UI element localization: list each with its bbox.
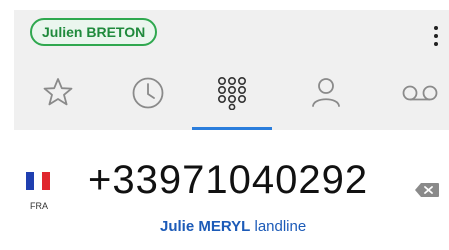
caller-last-name: MERYL	[198, 218, 251, 235]
dialed-number[interactable]: +33971040292	[88, 158, 368, 203]
tab-contacts[interactable]	[286, 66, 366, 130]
backspace-icon[interactable]	[414, 182, 440, 198]
clock-icon	[132, 77, 164, 109]
user-name: Julien BRETON	[42, 24, 146, 40]
tab-history[interactable]	[108, 66, 188, 130]
caller-id: Julie MERYL landline	[160, 218, 306, 235]
user-badge[interactable]: Julien BRETON	[30, 18, 158, 46]
header-panel: Julien BRETON	[14, 10, 449, 130]
country-code: FRA	[30, 201, 48, 211]
star-icon	[43, 78, 73, 106]
tab-favorites[interactable]	[18, 66, 98, 130]
dialpad-icon	[217, 76, 246, 110]
voicemail-icon	[402, 85, 438, 101]
tab-voicemail[interactable]	[380, 66, 449, 130]
tab-bar	[14, 66, 449, 130]
line-type: landline	[254, 218, 307, 235]
tab-dialpad[interactable]	[192, 66, 272, 130]
person-icon	[312, 78, 340, 107]
caller-first-name: Julie	[160, 218, 195, 235]
country-flag-icon[interactable]	[26, 172, 50, 190]
more-menu-icon[interactable]	[431, 26, 441, 46]
